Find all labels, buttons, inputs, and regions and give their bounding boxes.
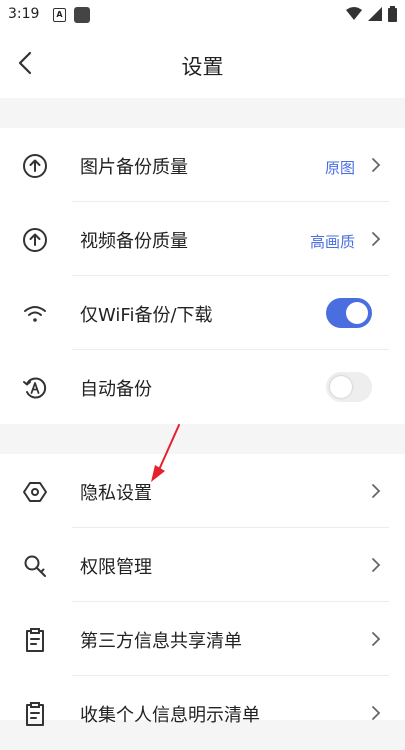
toggle-knob: [346, 302, 368, 324]
battery-icon: [388, 6, 397, 22]
wifi-signal-icon: [346, 7, 362, 20]
key-icon: [24, 555, 46, 577]
app-header: 设置: [0, 30, 405, 98]
video-backup-quality-row[interactable]: 视频备份质量 高画质: [0, 202, 405, 276]
wifi-only-row: 仅WiFi备份/下载: [0, 276, 405, 350]
permission-management-row[interactable]: 权限管理: [0, 528, 405, 602]
clipboard-icon: [26, 702, 44, 726]
notification-square-icon: [74, 7, 90, 23]
auto-backup-label: 自动备份: [80, 379, 152, 400]
clipboard-icon: [26, 628, 44, 652]
image-backup-quality-row[interactable]: 图片备份质量 原图: [0, 128, 405, 202]
chevron-right-icon: [372, 632, 381, 646]
status-bar: 3:19 A: [0, 0, 405, 30]
personal-info-collection-label: 收集个人信息明示清单: [80, 705, 260, 726]
toggle-knob: [330, 376, 352, 398]
image-backup-quality-label: 图片备份质量: [80, 157, 188, 178]
privacy-settings-row[interactable]: 隐私设置: [0, 454, 405, 528]
auto-backup-row: 自动备份: [0, 350, 405, 424]
third-party-sharing-row[interactable]: 第三方信息共享清单: [0, 602, 405, 676]
personal-info-collection-row[interactable]: 收集个人信息明示清单: [0, 676, 405, 750]
wifi-icon: [24, 306, 46, 322]
upload-circle-icon: [23, 154, 47, 178]
wifi-only-label: 仅WiFi备份/下载: [80, 305, 213, 326]
cell-signal-icon: [368, 7, 382, 21]
status-time: 3:19: [8, 6, 40, 22]
chevron-right-icon: [372, 232, 381, 246]
chevron-right-icon: [372, 158, 381, 172]
upload-circle-icon: [23, 228, 47, 252]
wifi-only-toggle[interactable]: [326, 298, 372, 328]
page-title: 设置: [181, 55, 224, 79]
auto-backup-toggle[interactable]: [326, 372, 372, 402]
permission-management-label: 权限管理: [80, 557, 152, 578]
video-backup-quality-value: 高画质: [309, 233, 355, 251]
chevron-right-icon: [372, 706, 381, 720]
video-backup-quality-label: 视频备份质量: [80, 231, 188, 252]
auto-backup-icon: [23, 377, 47, 399]
privacy-settings-group: 隐私设置 权限管理 第三方信息共享清单 收集个人信息明示清单: [0, 454, 405, 726]
third-party-sharing-label: 第三方信息共享清单: [80, 631, 242, 652]
chevron-right-icon: [372, 558, 381, 572]
backup-settings-group: 图片备份质量 原图 视频备份质量 高画质 仅WiFi备份/下载 自动备份: [0, 128, 405, 424]
chevron-right-icon: [372, 484, 381, 498]
notification-a-icon: A: [53, 8, 66, 22]
privacy-icon: [23, 482, 47, 502]
privacy-settings-label: 隐私设置: [80, 483, 152, 504]
image-backup-quality-value: 原图: [324, 159, 355, 177]
